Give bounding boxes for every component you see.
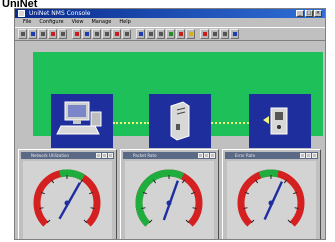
- node-icon[interactable]: [92, 29, 101, 39]
- gauge-panel-2[interactable]: Packet Rate: [120, 149, 219, 239]
- bell-icon[interactable]: [200, 29, 209, 39]
- menu-bar: File Configure View Manage Help: [15, 18, 325, 27]
- server-icon: [170, 101, 190, 141]
- help-icon[interactable]: [230, 29, 239, 39]
- menu-file[interactable]: File: [23, 18, 31, 27]
- cascade-icon[interactable]: [220, 29, 229, 39]
- gauge-panel-3[interactable]: Error Rate: [222, 149, 321, 239]
- gauge-panel-2-title: Packet Rate: [133, 153, 157, 158]
- map-icon[interactable]: [82, 29, 91, 39]
- gauge-panel-1[interactable]: Network Utilization: [18, 149, 117, 239]
- chart-icon[interactable]: [122, 29, 131, 39]
- app-window: UniNet NMS Console _ □ × File Configure …: [14, 8, 326, 240]
- maximize-button[interactable]: □: [305, 10, 313, 17]
- gauge-red-band: [33, 169, 101, 227]
- close-button[interactable]: [312, 153, 317, 158]
- minimize-button[interactable]: _: [296, 10, 304, 17]
- menu-configure[interactable]: Configure: [39, 18, 63, 27]
- tile-icon[interactable]: [210, 29, 219, 39]
- close-button[interactable]: [108, 153, 113, 158]
- menu-manage[interactable]: Manage: [91, 18, 111, 27]
- window-title: UniNet NMS Console: [29, 10, 91, 17]
- minimize-button[interactable]: [96, 153, 101, 158]
- gauge-panel-3-title: Error Rate: [235, 153, 256, 158]
- gauge-green-band: [258, 169, 279, 179]
- link-icon[interactable]: [102, 29, 111, 39]
- stop-icon[interactable]: [48, 29, 57, 39]
- workstation-node[interactable]: [51, 94, 113, 148]
- gauge-pivot: [166, 200, 172, 206]
- alarm-icon[interactable]: [112, 29, 121, 39]
- warning-icon[interactable]: [186, 29, 195, 39]
- menu-view[interactable]: View: [72, 18, 84, 27]
- gauge-1: [23, 161, 112, 239]
- minimize-button[interactable]: [300, 153, 305, 158]
- gauge-panel-1-titlebar[interactable]: Network Utilization: [21, 152, 114, 159]
- gauge-panel-3-titlebar[interactable]: Error Rate: [225, 152, 318, 159]
- trace-icon[interactable]: [156, 29, 165, 39]
- device-icon: [263, 107, 288, 135]
- device-node[interactable]: [249, 94, 311, 148]
- gauge-pivot: [64, 200, 70, 206]
- link-1: [113, 122, 149, 124]
- print-icon[interactable]: [38, 29, 47, 39]
- close-button[interactable]: ×: [314, 10, 322, 17]
- open-icon[interactable]: [18, 29, 27, 39]
- menu-help[interactable]: Help: [119, 18, 130, 27]
- stop-poll-icon[interactable]: [176, 29, 185, 39]
- link-2: [211, 122, 249, 124]
- maximize-button[interactable]: [306, 153, 311, 158]
- stats-icon[interactable]: [136, 29, 145, 39]
- maximize-button[interactable]: [102, 153, 107, 158]
- server-node[interactable]: [149, 94, 211, 148]
- gauge-red-band: [237, 169, 305, 227]
- refresh-icon[interactable]: [166, 29, 175, 39]
- app-icon: [18, 10, 25, 17]
- close-button[interactable]: [210, 153, 215, 158]
- toolbar: [15, 27, 325, 41]
- gauge-3: [227, 161, 316, 239]
- config-icon[interactable]: [146, 29, 155, 39]
- title-bar[interactable]: UniNet NMS Console _ □ ×: [15, 9, 325, 18]
- gauge-green-band: [135, 169, 185, 227]
- find-icon[interactable]: [58, 29, 67, 39]
- delete-icon[interactable]: [72, 29, 81, 39]
- topology-view: [17, 42, 323, 148]
- gauge-panel-2-titlebar[interactable]: Packet Rate: [123, 152, 216, 159]
- save-icon[interactable]: [28, 29, 37, 39]
- maximize-button[interactable]: [204, 153, 209, 158]
- gauge-needle: [58, 182, 81, 220]
- gauge-needle: [162, 180, 179, 221]
- gauge-needle: [263, 181, 283, 220]
- gauge-2: [125, 161, 214, 239]
- minimize-button[interactable]: [198, 153, 203, 158]
- gauge-pivot: [268, 200, 274, 206]
- computer-icon: [56, 101, 102, 135]
- gauge-green-band: [59, 169, 85, 181]
- gauge-panel-1-title: Network Utilization: [31, 153, 70, 158]
